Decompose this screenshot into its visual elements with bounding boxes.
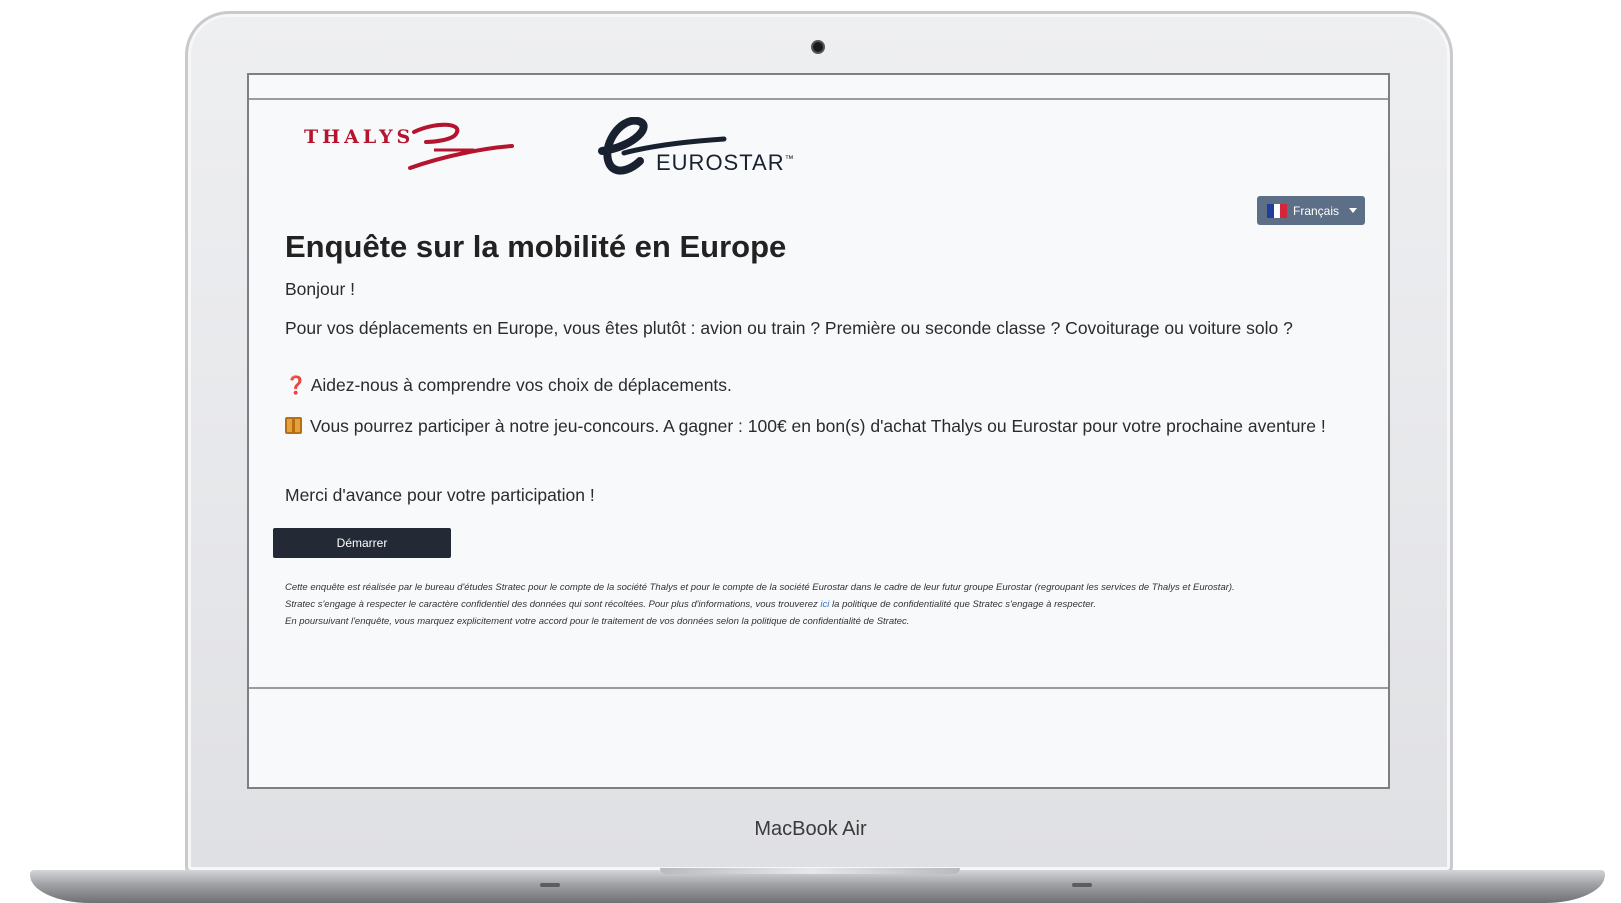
eurostar-logo: EUROSTAR™ [594,117,824,187]
camera-icon [811,40,825,54]
eurostar-logo-text: EUROSTAR™ [656,150,795,175]
thanks-text: Merci d'avance pour votre participation … [285,485,595,505]
legal-line-3: En poursuivant l'enquête, vous marquez e… [285,616,910,627]
legal-notice: Cette enquête est réalisée par le bureau… [285,579,1355,630]
france-flag-icon [1267,203,1288,218]
base-foot [540,883,560,887]
intro-text: Pour vos déplacements en Europe, vous êt… [285,318,1293,338]
greeting-text: Bonjour ! [285,279,356,299]
page-divider [249,687,1388,689]
legal-line-2: Stratec s'engage à respecter le caractèr… [285,599,1096,610]
contest-line: Vous pourrez participer à notre jeu-conc… [285,412,1360,441]
laptop-hinge [660,868,960,874]
thalys-logo: THALYS [304,120,514,180]
legal-line-1: Cette enquête est réalisée par le bureau… [285,582,1235,593]
privacy-policy-link[interactable]: ici [820,599,829,610]
laptop-mockup: THALYS EUROSTAR™ Français Enquête sur la… [0,0,1621,903]
browser-screen: THALYS EUROSTAR™ Français Enquête sur la… [247,73,1390,789]
question-mark-icon: ❓ [285,375,307,395]
help-text: Aidez-nous à comprendre vos choix de dép… [310,375,732,395]
gift-icon [285,417,302,434]
thalys-swoosh-icon [408,122,514,170]
browser-toolbar [249,75,1388,100]
start-button[interactable]: Démarrer [273,528,451,558]
caret-down-icon [1349,208,1358,213]
language-selector-button[interactable]: Français [1257,196,1365,225]
device-model-label: MacBook Air [754,818,867,840]
help-line: ❓ Aidez-nous à comprendre vos choix de d… [285,371,1360,400]
laptop-base [30,870,1605,903]
language-label: Français [1293,203,1340,218]
contest-text: Vous pourrez participer à notre jeu-conc… [310,416,1326,436]
page-title: Enquête sur la mobilité en Europe [285,229,787,264]
thalys-logo-text: THALYS [304,126,415,148]
base-foot [1072,883,1092,887]
